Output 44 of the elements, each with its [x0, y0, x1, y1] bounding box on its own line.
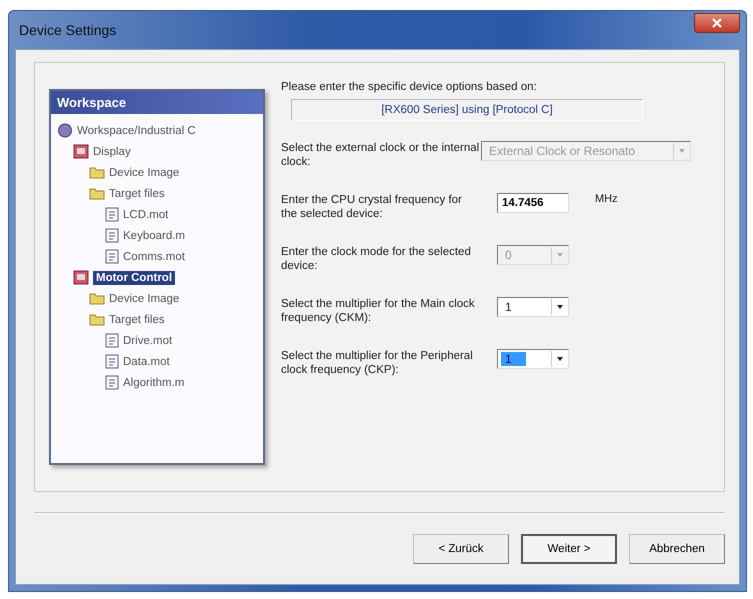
frequency-input[interactable]: 14.7456 [497, 193, 569, 213]
wizard-button[interactable]: < Zurück [413, 534, 509, 564]
tree-item: Motor Control [93, 270, 176, 284]
file-icon [105, 375, 119, 390]
setting-label: Select the multiplier for the Main clock frequency (CKM): [281, 297, 476, 325]
tree-item: Algorithm.m [123, 376, 184, 388]
module-icon [73, 270, 89, 285]
unit-label: MHz [595, 193, 618, 205]
close-button[interactable] [694, 13, 740, 33]
folder-icon [89, 313, 105, 326]
file-icon [105, 228, 119, 243]
intro-text: Please enter the specific device options based on: [281, 81, 538, 93]
file-icon [105, 354, 119, 369]
tree-item: Workspace/Industrial C [77, 124, 196, 136]
wizard-button[interactable]: Weiter > [521, 534, 617, 564]
illustration-title: Workspace [51, 91, 263, 114]
tree-item: Data.mot [123, 356, 170, 368]
folder-icon [89, 187, 105, 200]
tree-item: Drive.mot [123, 334, 172, 346]
tree-item: LCD.mot [123, 208, 168, 220]
file-icon [105, 207, 119, 222]
dropdown[interactable]: 1 [497, 349, 569, 369]
workspace-icon [57, 123, 73, 138]
setting-label: Select the multiplier for the Peripheral clock frequency (CKP): [281, 349, 474, 377]
setting-label: Enter the clock mode for the selected device: [281, 245, 472, 273]
close-icon [711, 18, 723, 28]
window-title: Device Settings [18, 22, 116, 38]
setting-label: Enter the CPU crystal frequency for the selected device: [281, 193, 463, 221]
file-icon [105, 333, 119, 348]
module-icon [73, 144, 89, 159]
setting-label: Select the external clock or the internal clock: [281, 141, 480, 169]
device-info-field: [RX600 Series] using [Protocol C] [291, 99, 643, 121]
folder-icon [89, 292, 105, 305]
tree-item: Device Image [109, 292, 180, 304]
tree-item: Target files [109, 188, 165, 200]
tree-item: Keyboard.m [123, 230, 186, 242]
dropdown[interactable]: 1 [497, 297, 569, 317]
file-icon [105, 249, 119, 264]
tree-item: Comms.mot [123, 250, 185, 262]
tree-item: Device Image [109, 166, 180, 178]
folder-icon [89, 166, 105, 179]
tree-item: Target files [109, 314, 165, 326]
wizard-button[interactable]: Abbrechen [629, 534, 725, 564]
tree-item: Display [93, 146, 131, 158]
